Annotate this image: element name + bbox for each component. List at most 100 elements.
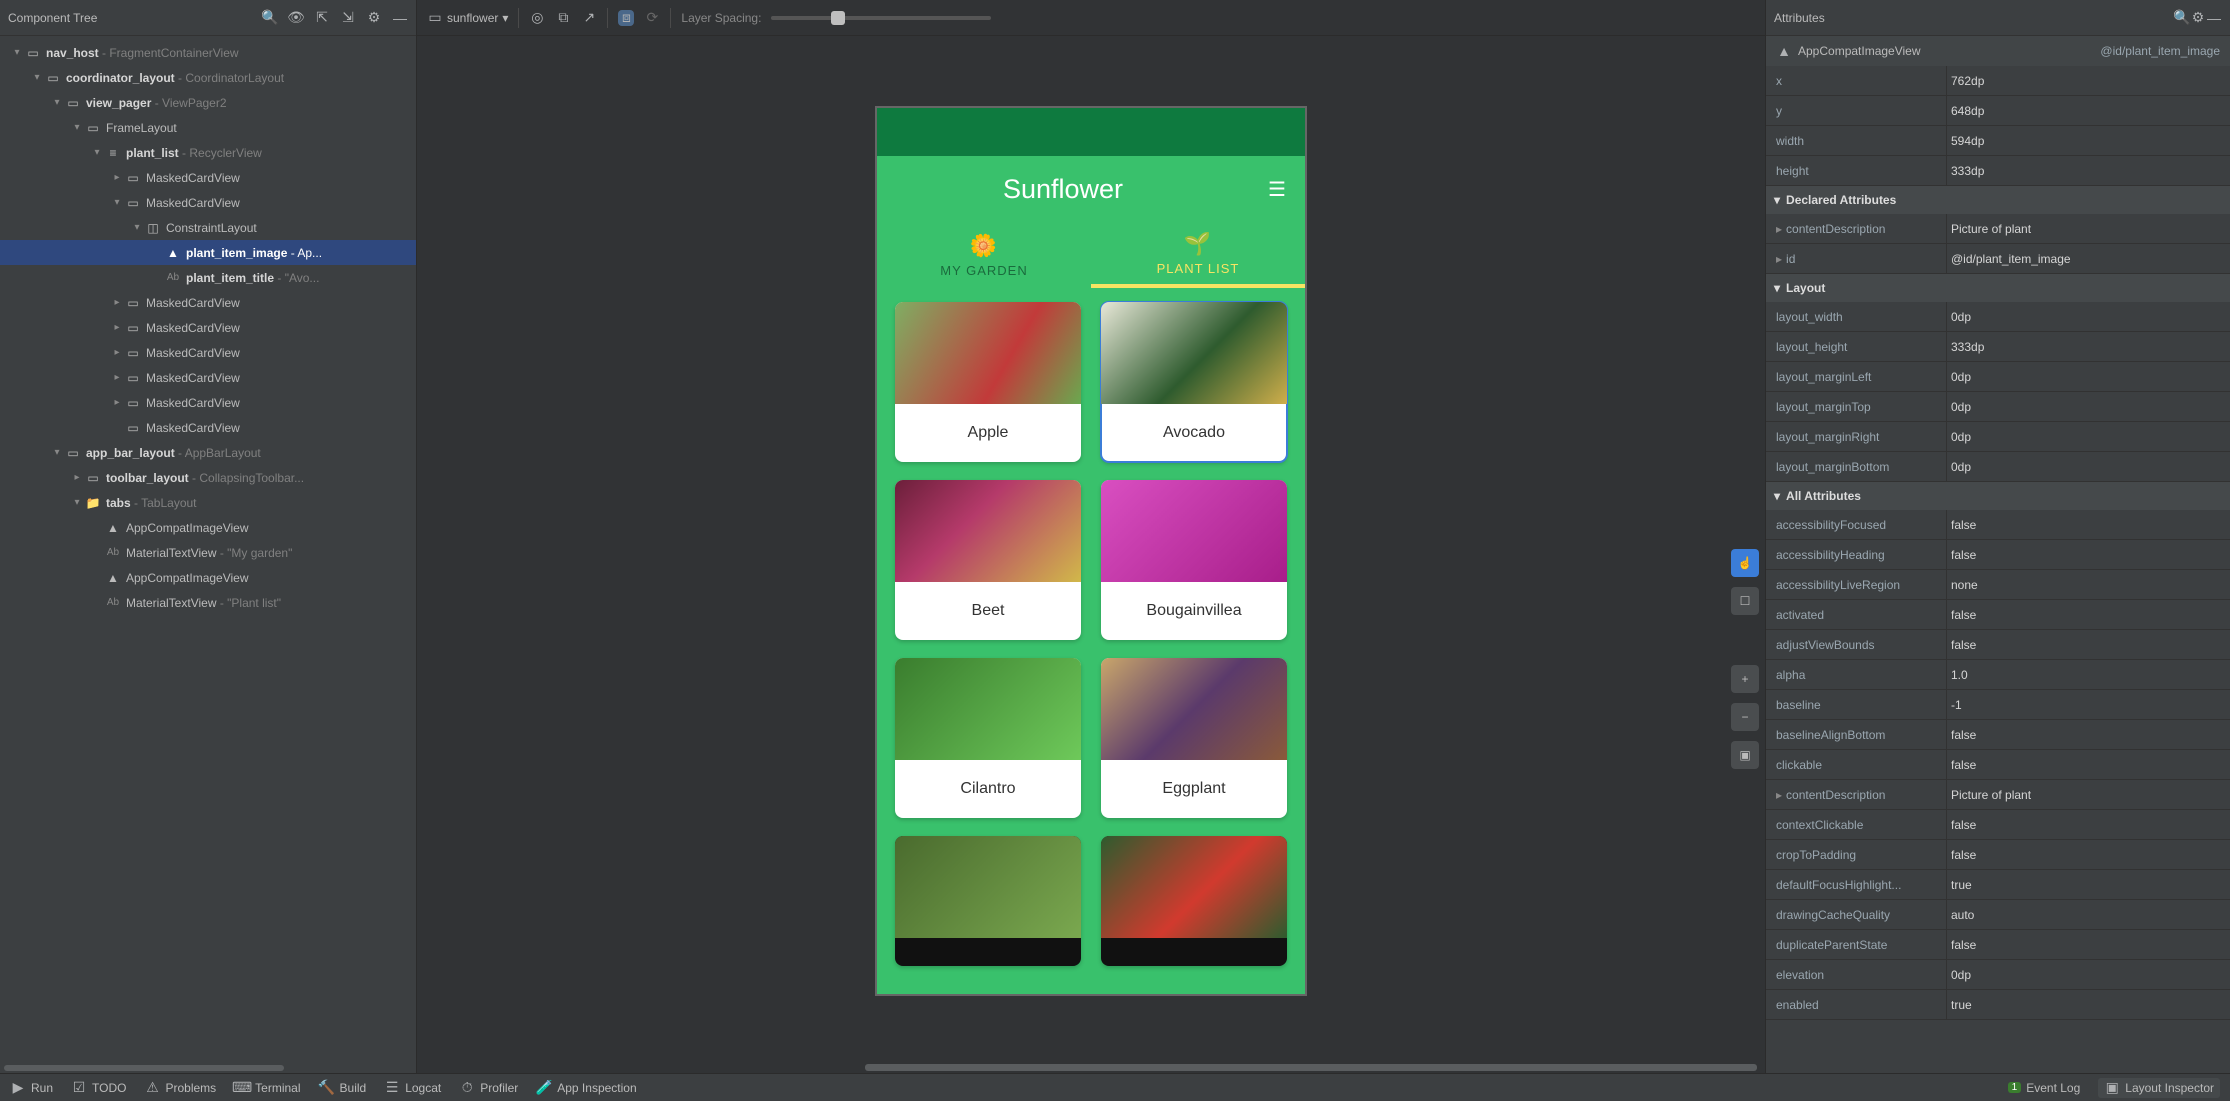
- tab-my-garden[interactable]: 🌼MY GARDEN: [877, 222, 1091, 288]
- attribute-row[interactable]: layout_height333dp: [1766, 332, 2230, 362]
- attr-section-header[interactable]: ▾Layout: [1766, 274, 2230, 302]
- layout-inspector-button[interactable]: ▣Layout Inspector: [2098, 1078, 2220, 1098]
- expand-arrow-icon[interactable]: ▾: [70, 497, 84, 508]
- layer-spacing-slider[interactable]: [771, 16, 991, 20]
- device-selector[interactable]: ▭ sunflower ▾: [427, 10, 508, 26]
- attribute-row[interactable]: contextClickablefalse: [1766, 810, 2230, 840]
- expand-arrow-icon[interactable]: ▸: [110, 347, 124, 358]
- zoom-in-button[interactable]: +: [1731, 665, 1759, 693]
- attribute-row[interactable]: x762dp: [1766, 66, 2230, 96]
- expand-arrow-icon[interactable]: ▾: [130, 222, 144, 233]
- attribute-row[interactable]: baseline-1: [1766, 690, 2230, 720]
- expand-arrow-icon[interactable]: ▾: [50, 447, 64, 458]
- tree-row[interactable]: ▲AppCompatImageView: [0, 515, 416, 540]
- minimize-icon[interactable]: —: [2206, 10, 2222, 26]
- component-tree[interactable]: ▾▭nav_host - FragmentContainerView▾▭coor…: [0, 36, 416, 1063]
- attribute-row[interactable]: cropToPaddingfalse: [1766, 840, 2230, 870]
- tree-row[interactable]: ▾▭nav_host - FragmentContainerView: [0, 40, 416, 65]
- attribute-row[interactable]: layout_marginBottom0dp: [1766, 452, 2230, 482]
- attribute-row[interactable]: baselineAlignBottomfalse: [1766, 720, 2230, 750]
- plant-card[interactable]: Grape: [895, 836, 1081, 966]
- attr-section-header[interactable]: ▾All Attributes: [1766, 482, 2230, 510]
- tree-row[interactable]: ▾▭MaskedCardView: [0, 190, 416, 215]
- attribute-row[interactable]: layout_marginRight0dp: [1766, 422, 2230, 452]
- attribute-row[interactable]: height333dp: [1766, 156, 2230, 186]
- filter-button[interactable]: ☰: [1249, 181, 1305, 197]
- attribute-row[interactable]: layout_width0dp: [1766, 302, 2230, 332]
- plant-card[interactable]: Bougainvillea: [1101, 480, 1287, 640]
- tree-row[interactable]: ▸▭MaskedCardView: [0, 390, 416, 415]
- eye-icon[interactable]: 👁: [288, 10, 304, 26]
- tree-row[interactable]: ▸▭MaskedCardView: [0, 365, 416, 390]
- attribute-row[interactable]: alpha1.0: [1766, 660, 2230, 690]
- expand-arrow-icon[interactable]: ▸: [110, 297, 124, 308]
- expand-arrow-icon[interactable]: ▸: [110, 172, 124, 183]
- expand-arrow-icon[interactable]: ▾: [10, 47, 24, 58]
- minimize-icon[interactable]: —: [392, 10, 408, 26]
- attribute-row[interactable]: layout_marginLeft0dp: [1766, 362, 2230, 392]
- export-icon[interactable]: ↗: [581, 10, 597, 26]
- zoom-out-button[interactable]: −: [1731, 703, 1759, 731]
- bottom-tab-problems[interactable]: ⚠Problems: [144, 1080, 216, 1096]
- attribute-row[interactable]: accessibilityLiveRegionnone: [1766, 570, 2230, 600]
- plant-card[interactable]: Beet: [895, 480, 1081, 640]
- expand-arrow-icon[interactable]: ▸: [110, 322, 124, 333]
- attribute-row[interactable]: ▸contentDescriptionPicture of plant: [1766, 214, 2230, 244]
- layers-button[interactable]: ☐: [1731, 587, 1759, 615]
- attribute-row[interactable]: accessibilityFocusedfalse: [1766, 510, 2230, 540]
- plant-card[interactable]: Apple: [895, 302, 1081, 462]
- refresh-icon[interactable]: ⟳: [644, 10, 660, 26]
- bottom-tab-profiler[interactable]: ⏱Profiler: [459, 1080, 518, 1096]
- bottom-tab-terminal[interactable]: ⌨Terminal: [234, 1080, 300, 1096]
- bottom-tab-todo[interactable]: ☑TODO: [71, 1080, 126, 1096]
- tree-row[interactable]: ▾📁tabs - TabLayout: [0, 490, 416, 515]
- attr-section-header[interactable]: ▾Declared Attributes: [1766, 186, 2230, 214]
- horizontal-scrollbar[interactable]: [417, 1061, 1765, 1073]
- snapshot-icon[interactable]: ⧉: [555, 10, 571, 26]
- tree-row[interactable]: ▾▭coordinator_layout - CoordinatorLayout: [0, 65, 416, 90]
- expand-arrow-icon[interactable]: ▾: [30, 72, 44, 83]
- tree-row[interactable]: ▸▭MaskedCardView: [0, 165, 416, 190]
- plant-card[interactable]: AppCompatImageViewAvocado: [1101, 302, 1287, 462]
- tree-row[interactable]: Abplant_item_title - "Avo...: [0, 265, 416, 290]
- expand-arrow-icon[interactable]: ▾: [50, 97, 64, 108]
- tree-row[interactable]: ▸▭toolbar_layout - CollapsingToolbar...: [0, 465, 416, 490]
- tree-row[interactable]: ▭MaskedCardView: [0, 415, 416, 440]
- attribute-row[interactable]: y648dp: [1766, 96, 2230, 126]
- attribute-row[interactable]: elevation0dp: [1766, 960, 2230, 990]
- plant-card[interactable]: Eggplant: [1101, 658, 1287, 818]
- expand-arrow-icon[interactable]: ▸: [110, 372, 124, 383]
- tree-row[interactable]: ▸▭MaskedCardView: [0, 340, 416, 365]
- tree-row[interactable]: ▾▭app_bar_layout - AppBarLayout: [0, 440, 416, 465]
- attribute-row[interactable]: duplicateParentStatefalse: [1766, 930, 2230, 960]
- gear-icon[interactable]: ⚙: [366, 10, 382, 26]
- tree-row[interactable]: AbMaterialTextView - "My garden": [0, 540, 416, 565]
- bottom-tab-run[interactable]: ▶Run: [10, 1080, 53, 1096]
- target-icon[interactable]: ◎: [529, 10, 545, 26]
- expand-arrow-icon[interactable]: ▾: [70, 122, 84, 133]
- collapse-all-icon[interactable]: ⇲: [340, 10, 356, 26]
- horizontal-scrollbar[interactable]: [0, 1063, 416, 1073]
- bottom-tab-app-inspection[interactable]: 🧪App Inspection: [536, 1080, 636, 1096]
- tree-row[interactable]: ▲plant_item_image - Ap...: [0, 240, 416, 265]
- bottom-tab-build[interactable]: 🔨Build: [319, 1080, 367, 1096]
- mode-3d-button[interactable]: ☝: [1731, 549, 1759, 577]
- plant-card[interactable]: Cilantro: [895, 658, 1081, 818]
- plant-card[interactable]: Hibiscus: [1101, 836, 1287, 966]
- gear-icon[interactable]: ⚙: [2190, 10, 2206, 26]
- attribute-row[interactable]: layout_marginTop0dp: [1766, 392, 2230, 422]
- attribute-row[interactable]: clickablefalse: [1766, 750, 2230, 780]
- bottom-tab-logcat[interactable]: ☰Logcat: [384, 1080, 441, 1096]
- attribute-row[interactable]: accessibilityHeadingfalse: [1766, 540, 2230, 570]
- tree-row[interactable]: ▾≡plant_list - RecyclerView: [0, 140, 416, 165]
- attribute-row[interactable]: enabledtrue: [1766, 990, 2230, 1020]
- zoom-fit-button[interactable]: ▣: [1731, 741, 1759, 769]
- expand-arrow-icon[interactable]: ▾: [90, 147, 104, 158]
- attribute-row[interactable]: ▸contentDescriptionPicture of plant: [1766, 780, 2230, 810]
- tree-row[interactable]: ▸▭MaskedCardView: [0, 290, 416, 315]
- tab-plant-list[interactable]: 🌱PLANT LIST: [1091, 222, 1305, 288]
- expand-all-icon[interactable]: ⇱: [314, 10, 330, 26]
- event-log-button[interactable]: 1Event Log: [2008, 1081, 2081, 1095]
- expand-arrow-icon[interactable]: ▸: [110, 397, 124, 408]
- tree-row[interactable]: ▸▭MaskedCardView: [0, 315, 416, 340]
